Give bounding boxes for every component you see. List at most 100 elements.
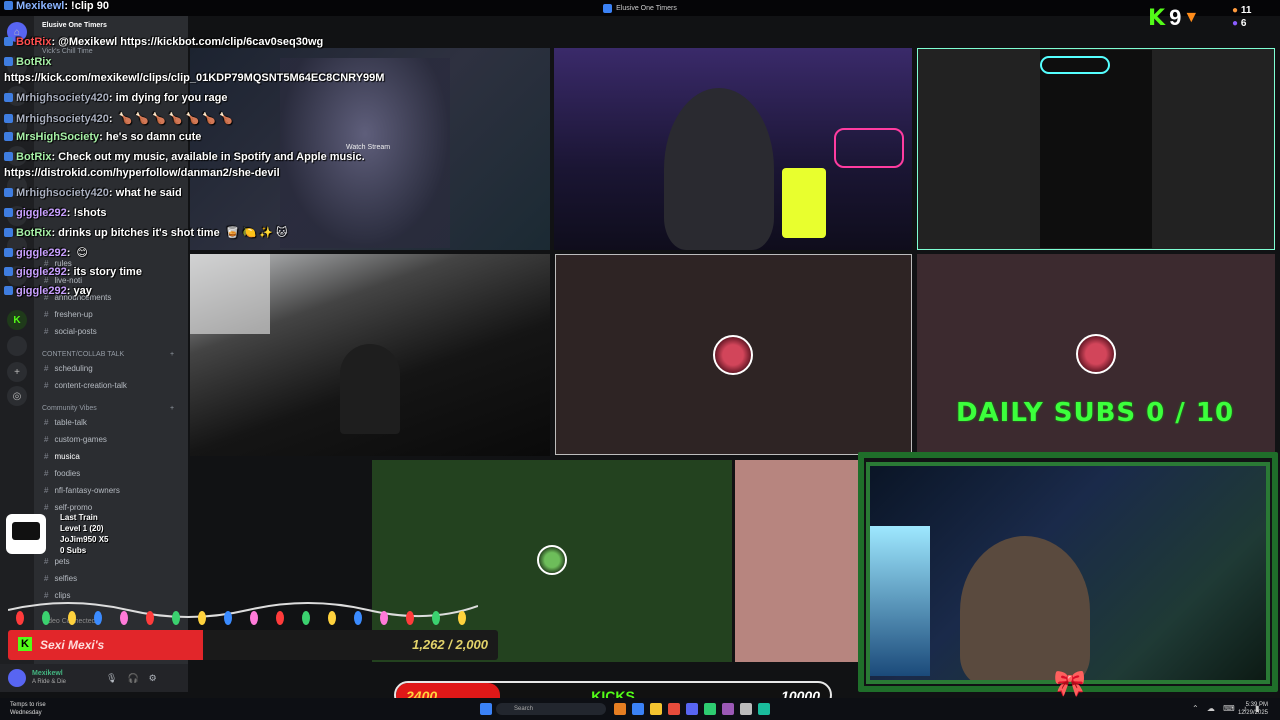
channel-self-promo[interactable]: # self-promo [44, 503, 92, 512]
channel-freshen-up[interactable]: # freshen-up [44, 310, 93, 319]
windows-start-icon[interactable] [480, 703, 492, 715]
badge-icon [4, 286, 13, 295]
chat-username[interactable]: giggle292 [16, 285, 67, 297]
app-icon[interactable] [704, 703, 716, 715]
user-icon: ● [1232, 5, 1239, 16]
badge-icon [4, 208, 13, 217]
channel-pets[interactable]: # pets [44, 557, 70, 566]
chat-message: BotRix [4, 56, 51, 68]
headphones-icon[interactable]: 🎧 [127, 673, 138, 684]
chat-message: Mrhighsociety420: 🍗 🍗 🍗 🍗 🍗 🍗 🍗 [4, 112, 233, 125]
chat-username[interactable]: Mrhighsociety420 [16, 113, 109, 125]
chat-message: MrsHighSociety: he's so damn cute [4, 131, 201, 143]
channel-table-talk[interactable]: # table-talk [44, 418, 87, 427]
avatar[interactable] [8, 669, 26, 687]
chat-username[interactable]: BotRix [16, 56, 51, 68]
mini-stats: ● 11 ● 6 [1232, 4, 1251, 30]
hash-icon: # [44, 486, 49, 495]
chat-username[interactable]: BotRix [16, 151, 51, 163]
taskbar-search[interactable]: Search [496, 703, 606, 715]
channel-label: scheduling [54, 364, 93, 373]
microphone-icon[interactable]: 🎙 [106, 673, 117, 684]
light-bulb [198, 611, 206, 625]
chat-username[interactable]: giggle292 [16, 247, 67, 259]
folder-icon[interactable] [650, 703, 662, 715]
taskbar-clock[interactable]: 5:39 PM 12/29/2025 [1238, 701, 1268, 717]
channel-scheduling[interactable]: # scheduling [44, 364, 93, 373]
chat-username[interactable]: Mrhighsociety420 [16, 187, 109, 199]
discover-icon[interactable]: ◎ [7, 386, 27, 406]
chat-message: Mrhighsociety420: what he said [4, 187, 182, 199]
channel-content-creation-talk[interactable]: # content-creation-talk [44, 381, 127, 390]
app-icon[interactable] [668, 703, 680, 715]
hash-icon: # [44, 310, 49, 319]
category-header[interactable]: Community Vibes + [42, 405, 174, 412]
chat-username[interactable]: MrsHighSociety [16, 131, 99, 143]
light-bulb [120, 611, 128, 625]
channel-label: social-posts [54, 327, 97, 336]
channel-social-posts[interactable]: # social-posts [44, 327, 97, 336]
badge-icon [4, 267, 13, 276]
chat-text[interactable]: https://distrokid.com/hyperfollow/danman… [4, 167, 280, 179]
hash-icon: # [44, 364, 49, 373]
channel-label: self-promo [54, 503, 93, 512]
daily-subs-counter: DAILY SUBS 0 / 10 [955, 398, 1235, 428]
channel-label: selfies [54, 574, 78, 583]
chat-text: : its story time [66, 266, 142, 278]
discord-icon[interactable] [686, 703, 698, 715]
add-server-icon[interactable]: + [7, 362, 27, 382]
light-bulb [68, 611, 76, 625]
chat-username[interactable]: giggle292 [16, 266, 67, 278]
chat-text: : drinks up bitches it's shot time [51, 227, 220, 239]
chat-username[interactable]: Mrhighsociety420 [16, 92, 109, 104]
channel-selfies[interactable]: # selfies [44, 574, 77, 583]
channel-nfl-fantasy-owners[interactable]: # nfl-fantasy-owners [44, 486, 120, 495]
gear-icon[interactable]: ⚙ [149, 673, 157, 684]
app-icon[interactable] [614, 703, 626, 715]
event-banner[interactable]: Vick's Chill Time [42, 48, 93, 55]
weather-widget[interactable]: Temps to rise Wednesday [10, 701, 46, 717]
emote-icon: 😊 [76, 247, 88, 259]
light-bulb [42, 611, 50, 625]
chat-text[interactable]: https://kick.com/mexikewl/clips/clip_01K… [4, 72, 384, 84]
kick-server-icon[interactable]: K [7, 310, 27, 330]
badge-icon [4, 248, 13, 257]
chat-username[interactable]: BotRix [16, 227, 51, 239]
user-name-block: Mexikewl A Ride & Die [32, 669, 66, 687]
light-bulb [172, 611, 180, 625]
user-status: A Ride & Die [32, 679, 67, 685]
channel-label: nfl-fantasy-owners [54, 486, 120, 495]
tan-panel[interactable] [735, 460, 859, 662]
channel-custom-games[interactable]: # custom-games [44, 435, 107, 444]
app-icon[interactable] [740, 703, 752, 715]
channel-foodies[interactable]: # foodies [44, 469, 80, 478]
badge-icon [4, 132, 13, 141]
plus-icon[interactable]: + [170, 405, 174, 412]
hash-icon: # [44, 574, 49, 583]
webcam-panel-1[interactable] [554, 48, 912, 250]
watch-stream-label[interactable]: Watch Stream [346, 144, 390, 151]
user-panel: Mexikewl A Ride & Die 🎙 🎧 ⚙ [0, 664, 188, 692]
user-avatar-icon [537, 545, 567, 575]
badge-icon [4, 152, 13, 161]
kick-stats: K 9 ▼ [1148, 4, 1278, 32]
server-icon[interactable] [7, 336, 27, 356]
app-icon[interactable] [758, 703, 770, 715]
plus-icon[interactable]: + [170, 351, 174, 358]
hash-icon: # [44, 503, 49, 512]
server-name[interactable]: Elusive One Timers [42, 22, 107, 29]
hash-icon: # [44, 469, 49, 478]
app-icon[interactable] [632, 703, 644, 715]
chat-username[interactable]: BotRix [16, 36, 51, 48]
chat-message: Mexikewl: !clip 90 [4, 0, 109, 12]
category-header[interactable]: CONTENT/COLLAB TALK + [42, 351, 174, 358]
chat-username[interactable]: giggle292 [16, 207, 67, 219]
webcam-panel-2[interactable] [866, 462, 1270, 684]
channel-label: freshen-up [54, 310, 93, 319]
chat-username[interactable]: Mexikewl [16, 0, 64, 12]
channel-musica[interactable]: # musica [44, 452, 80, 461]
sub-goal-bar: K Sexi Mexi's 1,262 / 2,000 [8, 630, 498, 660]
room-cam-panel[interactable] [190, 254, 550, 456]
taskbar-apps [614, 703, 770, 715]
app-icon[interactable] [722, 703, 734, 715]
